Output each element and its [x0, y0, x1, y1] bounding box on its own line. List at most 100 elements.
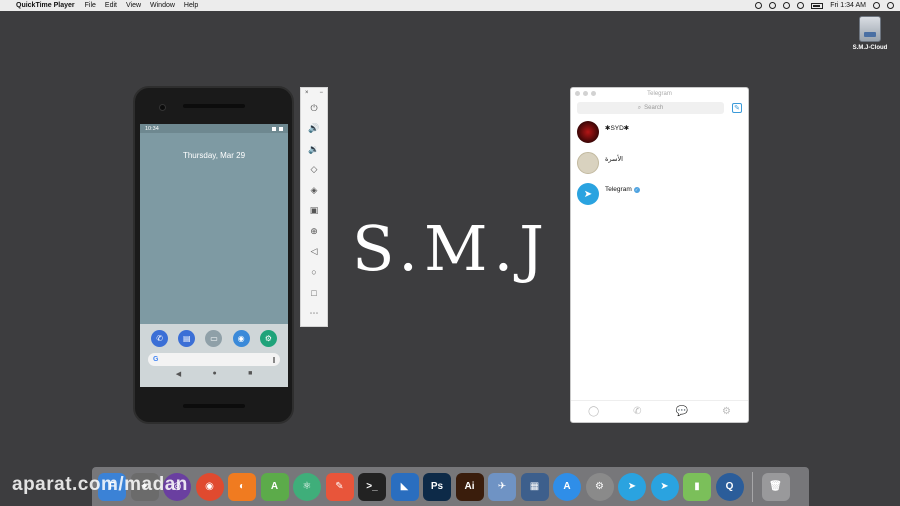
chat-item[interactable]: ✱SYD✱ — [571, 117, 748, 148]
volume-up-icon[interactable]: 🔊 — [301, 119, 327, 140]
phone-app-icon[interactable]: ✆ — [151, 330, 169, 347]
files-app-icon[interactable]: ▭ — [205, 330, 223, 347]
power-icon[interactable]: ⏻ — [301, 98, 327, 119]
signal-icon — [272, 126, 276, 131]
menu-edit[interactable]: Edit — [105, 2, 117, 9]
rotate-left-icon[interactable]: ◇ — [301, 160, 327, 181]
notification-center-icon[interactable] — [887, 2, 894, 9]
drive-label: S.M.J-Cloud — [852, 45, 888, 51]
rotate-right-icon[interactable]: ◈ — [301, 180, 327, 201]
camera-app-icon[interactable]: ◉ — [232, 330, 250, 347]
settings-tab-icon[interactable]: ⚙ — [722, 406, 731, 417]
close-icon[interactable]: × — [305, 90, 309, 96]
telegram-titlebar: Telegram — [571, 88, 748, 99]
chat-name: الأسرة — [605, 156, 623, 163]
mic-icon[interactable] — [273, 356, 275, 363]
telegram-icon[interactable]: ➤ — [618, 472, 646, 501]
search-placeholder: Search — [644, 105, 664, 111]
sublime-icon[interactable]: ✎ — [325, 472, 354, 501]
telegram-search-row: ⌕ Search ✎ — [571, 99, 748, 117]
google-search-bar[interactable]: G — [148, 353, 280, 366]
more-icon[interactable]: ⋯ — [301, 303, 327, 324]
chat-name: Telegram — [605, 186, 632, 193]
telegram-search-input[interactable]: ⌕ Search — [577, 102, 724, 114]
android-time: 10:34 — [145, 125, 159, 132]
menu-help[interactable]: Help — [184, 2, 198, 9]
watermark: aparat.com/madan — [12, 474, 188, 495]
overview-button-icon[interactable]: □ — [301, 283, 327, 304]
home-button-icon[interactable]: ○ — [301, 262, 327, 283]
system-preferences-icon[interactable]: ⚙ — [585, 472, 614, 501]
bottom-speaker — [183, 404, 245, 408]
android-studio-icon[interactable]: A — [260, 472, 289, 501]
firefox-icon[interactable]: ◐ — [228, 472, 256, 501]
chat-name: ✱SYD✱ — [605, 125, 630, 132]
desktop-drive[interactable]: S.M.J-Cloud — [848, 16, 892, 51]
settings-app-icon[interactable]: ⚙ — [259, 330, 277, 347]
volume-down-icon[interactable]: 🔉 — [301, 139, 327, 160]
record-status-icon[interactable] — [755, 2, 763, 9]
menu-window[interactable]: Window — [150, 2, 175, 9]
front-camera-icon — [159, 104, 166, 111]
verified-icon: ✓ — [633, 186, 640, 193]
contacts-tab-icon[interactable]: ◯ — [588, 406, 599, 417]
back-button-icon[interactable]: ◁ — [301, 242, 327, 263]
telegram-tab-bar: ◯ ✆ 💬 ⚙ — [571, 400, 748, 422]
virtualbox-icon[interactable]: ▦ — [520, 472, 549, 501]
photoshop-icon[interactable]: Ps — [423, 472, 451, 501]
trash-icon[interactable]: 🗑 — [761, 472, 790, 501]
menu-bar: QuickTime Player File Edit View Window H… — [0, 0, 900, 11]
evernote-icon[interactable]: ▮ — [683, 472, 711, 501]
chrome-icon[interactable]: ◉ — [195, 472, 224, 501]
screenshot-icon[interactable]: ▣ — [301, 201, 327, 222]
messages-app-icon[interactable]: ▤ — [178, 330, 196, 347]
smj-logo: S.M.J — [352, 212, 552, 292]
telegram-window: Telegram ⌕ Search ✎ ✱SYD✱ الأسرة ➤ Teleg… — [570, 87, 749, 423]
logo-text: S.M.J — [352, 212, 551, 285]
zoom-icon[interactable]: ⊕ — [301, 221, 327, 242]
menubar-clock[interactable]: Fri 1:34 AM — [830, 2, 866, 9]
telegram-desktop-icon[interactable]: ➤ — [650, 472, 679, 501]
search-icon: ⌕ — [637, 104, 642, 111]
back-icon[interactable]: ◀ — [176, 370, 181, 378]
app-menu-quicktime[interactable]: QuickTime Player — [16, 2, 75, 9]
battery-icon[interactable] — [811, 2, 824, 9]
google-icon: G — [153, 356, 159, 363]
dock-separator — [752, 471, 753, 502]
spotlight-icon[interactable] — [873, 2, 880, 9]
battery-status-icon — [279, 126, 283, 131]
app-store-icon[interactable]: A — [553, 472, 581, 501]
preview-icon[interactable]: ✈ — [488, 472, 516, 501]
airplay-icon[interactable] — [769, 2, 777, 9]
terminal-icon[interactable]: >_ — [358, 472, 386, 501]
home-icon[interactable]: ● — [212, 370, 216, 378]
hotseat: ✆ ▤ ▭ ◉ ⚙ — [140, 324, 288, 347]
chat-item[interactable]: ➤ Telegram ✓ — [571, 179, 748, 210]
android-system-icons — [272, 126, 283, 131]
macos-dock: F ⌖ ◎ ◉ ◐ A ⚛ ✎ >_ ◣ Ps Ai ✈ ▦ A ⚙ ➤ ➤ ▮ Q 🗑 — [92, 467, 809, 506]
android-emulator: 10:34 Thursday, Mar 29 ✆ ▤ ▭ ◉ ⚙ G ◀ ● ■ — [133, 86, 294, 424]
quicktime-icon[interactable]: Q — [715, 472, 744, 501]
minimize-icon[interactable]: − — [319, 90, 323, 96]
android-status-bar: 10:34 — [140, 124, 288, 133]
chat-item[interactable]: الأسرة — [571, 148, 748, 179]
wifi-icon[interactable] — [783, 2, 791, 9]
menu-file[interactable]: File — [85, 2, 96, 9]
emulator-screen[interactable]: 10:34 Thursday, Mar 29 ✆ ▤ ▭ ◉ ⚙ G ◀ ● ■ — [140, 124, 288, 387]
illustrator-icon[interactable]: Ai — [455, 472, 484, 501]
chats-tab-icon[interactable]: 💬 — [676, 406, 688, 417]
lockscreen-date: Thursday, Mar 29 — [182, 151, 246, 160]
network-drive-icon — [859, 16, 881, 42]
chat-avatar — [577, 121, 599, 143]
chat-avatar — [577, 152, 599, 174]
calls-tab-icon[interactable]: ✆ — [633, 406, 641, 417]
volume-icon[interactable] — [797, 2, 805, 9]
atom-icon[interactable]: ⚛ — [293, 472, 321, 501]
compose-icon[interactable]: ✎ — [732, 103, 742, 113]
status-area: Fri 1:34 AM — [755, 2, 894, 9]
toolbar-window-controls: × − — [301, 88, 327, 98]
recents-icon[interactable]: ■ — [248, 370, 252, 378]
vscode-icon[interactable]: ◣ — [390, 472, 419, 501]
menu-view[interactable]: View — [126, 2, 141, 9]
chat-name-telegram: Telegram ✓ — [605, 186, 640, 193]
